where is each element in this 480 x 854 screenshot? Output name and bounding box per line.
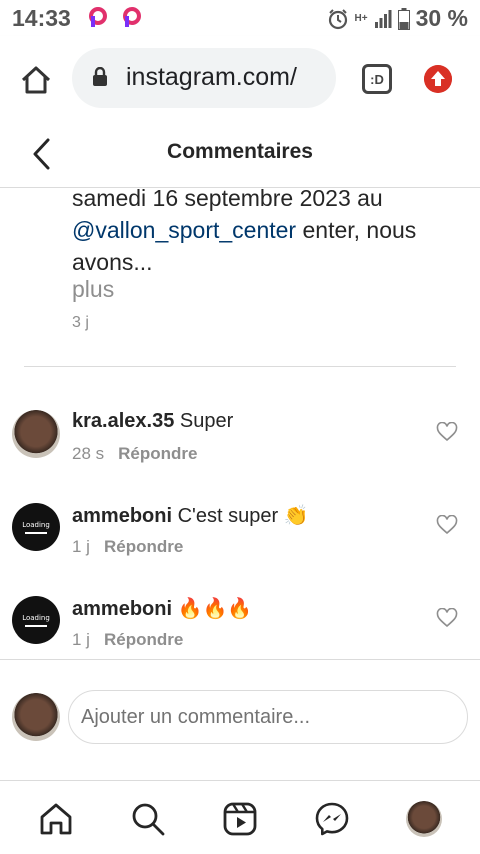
browser-toolbar: instagram.com/ :D <box>0 36 480 122</box>
avatar-loading-bar <box>25 531 47 534</box>
upgrade-arrow-icon[interactable] <box>424 65 452 93</box>
caption-text: samedi 16 septembre 2023 au <box>72 185 383 211</box>
search-icon[interactable] <box>130 801 166 837</box>
comment-meta: 28 s Répondre <box>72 444 197 464</box>
home-icon[interactable] <box>38 801 74 837</box>
comment-line: kra.alex.35 Super <box>72 410 233 433</box>
p-notification-icon <box>89 7 107 27</box>
avatar[interactable]: Loading <box>12 596 60 644</box>
battery-icon <box>397 7 410 30</box>
comment-timestamp: 1 j <box>72 630 90 649</box>
reply-button[interactable]: Répondre <box>118 444 197 463</box>
page-title: Commentaires <box>167 140 313 163</box>
caption-divider <box>24 366 456 367</box>
comment-item: Loading ammeboni C'est super 👏 1 j Répond… <box>0 503 480 583</box>
url-text: instagram.com/ <box>126 63 297 91</box>
heart-icon[interactable] <box>436 608 458 628</box>
comment-username[interactable]: kra.alex.35 <box>72 410 174 432</box>
comment-item: kra.alex.35 Super 28 s Répondre <box>0 410 480 490</box>
avatar <box>12 693 60 741</box>
heart-icon[interactable] <box>436 422 458 442</box>
alarm-icon <box>328 8 347 29</box>
comment-timestamp: 28 s <box>72 444 105 463</box>
avatar-loading-text: Loading <box>22 613 50 622</box>
status-right: H+ 30 % <box>327 5 468 32</box>
avatar-loading-text: Loading <box>22 520 50 529</box>
comment-meta: 1 j Répondre <box>72 537 183 557</box>
comment-input[interactable] <box>68 690 468 744</box>
status-bar: 14:33 H+ 30 % <box>0 0 480 36</box>
comment-item: Loading ammeboni 🔥🔥🔥 1 j Répondre <box>0 596 480 676</box>
avatar[interactable] <box>12 410 60 458</box>
avatar[interactable]: Loading <box>12 503 60 551</box>
lock-icon <box>93 67 107 86</box>
comment-line: ammeboni 🔥🔥🔥 <box>72 596 252 621</box>
tab-switcher-button[interactable]: :D <box>362 64 392 94</box>
network-type: H+ <box>354 12 368 24</box>
comment-text: Super <box>174 410 234 432</box>
caption-mention-link[interactable]: @vallon_sport_center <box>72 217 296 243</box>
comment-username[interactable]: ammeboni <box>72 598 172 620</box>
comment-username[interactable]: ammeboni <box>72 505 172 527</box>
page-header: Commentaires <box>0 122 480 188</box>
comment-timestamp: 1 j <box>72 537 90 556</box>
reply-button[interactable]: Répondre <box>104 537 183 556</box>
battery-percent: 30 % <box>415 5 468 31</box>
composer-divider <box>0 659 480 660</box>
caption-more-link[interactable]: plus <box>72 276 114 303</box>
reels-icon[interactable] <box>222 801 258 837</box>
comment-text: 🔥🔥🔥 <box>172 598 253 620</box>
profile-avatar[interactable] <box>406 801 442 837</box>
home-icon[interactable] <box>18 62 54 98</box>
comment-meta: 1 j Répondre <box>72 630 183 650</box>
avatar-loading-bar <box>25 624 47 627</box>
caption-timestamp: 3 j <box>72 314 89 331</box>
signal-icon <box>374 9 392 28</box>
post-caption: samedi 16 septembre 2023 au @vallon_spor… <box>72 182 462 278</box>
p-notification-icon <box>123 7 141 27</box>
address-bar[interactable]: instagram.com/ <box>72 48 336 108</box>
reply-button[interactable]: Répondre <box>104 630 183 649</box>
heart-icon[interactable] <box>436 515 458 535</box>
comment-line: ammeboni C'est super 👏 <box>72 503 309 528</box>
tab-switcher-icon: :D <box>370 71 384 87</box>
bottom-nav <box>0 780 480 854</box>
messenger-icon[interactable] <box>314 801 350 837</box>
status-time: 14:33 <box>12 5 71 31</box>
comment-text: C'est super 👏 <box>172 505 309 527</box>
